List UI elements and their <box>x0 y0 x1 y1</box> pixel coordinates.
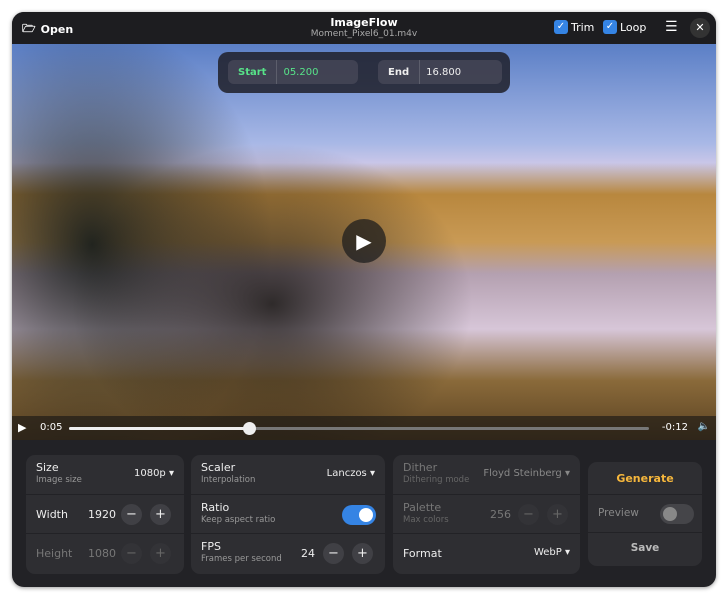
preview-toggle[interactable] <box>660 504 694 524</box>
dither-value: Floyd Steinberg <box>483 468 562 479</box>
chevron-down-icon: ▾ <box>564 468 570 479</box>
palette-value: 256 <box>490 507 511 521</box>
play-icon[interactable]: ▶ <box>18 421 26 434</box>
dither-dropdown: Floyd Steinberg ▾ <box>483 468 570 479</box>
ratio-desc: Keep aspect ratio <box>201 514 276 525</box>
end-value[interactable]: 16.800 <box>420 67 461 78</box>
save-button[interactable]: Save <box>588 533 702 566</box>
format-row[interactable]: Format WebP ▾ <box>393 534 580 574</box>
chevron-down-icon: ▾ <box>564 547 570 558</box>
ratio-toggle[interactable] <box>342 504 376 525</box>
fps-label: FPS <box>201 540 221 553</box>
ratio-row: Ratio Keep aspect ratio <box>191 495 385 534</box>
trim-label: Trim <box>571 20 595 34</box>
fps-value[interactable]: 24 <box>301 547 315 560</box>
width-value[interactable]: 1920 <box>88 508 116 521</box>
scaler-value: Lanczos <box>326 468 367 479</box>
fps-desc: Frames per second <box>201 554 282 564</box>
playback-bar: ▶ 0:05 -0:12 🔈 <box>12 416 716 440</box>
seek-handle[interactable] <box>242 422 256 435</box>
dither-label: Dither <box>403 461 438 474</box>
width-row: Width 1920− + <box>26 495 184 534</box>
scaler-row[interactable]: Scaler Interpolation Lanczos ▾ <box>191 455 385 495</box>
height-label: Height <box>36 547 73 560</box>
remaining-time: -0:12 <box>661 422 688 433</box>
width-minus-button[interactable]: − <box>121 503 142 525</box>
size-card: Size Image size 1080p ▾ Width 1920− + Height… <box>26 455 184 574</box>
size-row[interactable]: Size Image size 1080p ▾ <box>26 455 184 495</box>
trim-panel: Start 05.200 End 16.800 <box>218 52 510 93</box>
fps-plus-button[interactable]: + <box>352 543 373 564</box>
start-label: Start <box>228 60 278 84</box>
dither-card: Dither Dithering mode Floyd Steinberg ▾ Pa… <box>393 455 580 574</box>
height-plus-button: + <box>150 543 171 564</box>
close-icon[interactable]: ✕ <box>690 18 710 38</box>
preview-row: Preview <box>588 495 702 533</box>
toggle-knob <box>663 507 677 521</box>
size-value: 1080p <box>133 468 166 479</box>
loop-label: Loop <box>620 20 647 34</box>
format-dropdown[interactable]: WebP ▾ <box>534 547 570 558</box>
width-label: Width <box>36 507 68 521</box>
start-value[interactable]: 05.200 <box>277 67 318 78</box>
palette-plus-button: + <box>547 503 568 525</box>
ratio-label: Ratio <box>201 500 230 514</box>
palette-label: Palette <box>403 500 442 514</box>
height-minus-button: − <box>121 543 142 564</box>
toggle-knob <box>359 507 373 522</box>
seek-fill <box>69 427 249 430</box>
end-field[interactable]: End 16.800 <box>378 60 502 84</box>
fps-row: FPS Frames per second 24− + <box>191 534 385 574</box>
scaler-desc: Interpolation <box>201 475 256 485</box>
format-label: Format <box>403 547 442 560</box>
fps-minus-button[interactable]: − <box>323 543 344 564</box>
elapsed-time: 0:05 <box>40 422 63 433</box>
size-desc: Image size <box>36 475 82 485</box>
palette-minus-button: − <box>518 503 539 525</box>
size-dropdown[interactable]: 1080p ▾ <box>134 468 174 479</box>
end-label: End <box>378 60 421 84</box>
app-window: 🗁 Open ImageFlow Moment_Pixel6_01.m4v ✓ Tr… <box>12 12 716 587</box>
preview-label: Preview <box>598 507 639 519</box>
loop-checkbox[interactable]: ✓ Loop <box>603 20 646 34</box>
chevron-down-icon: ▾ <box>168 468 174 479</box>
scaler-label: Scaler <box>201 461 236 474</box>
play-overlay-button[interactable]: ▶ <box>342 219 386 263</box>
trim-checkbox[interactable]: ✓ Trim <box>554 20 594 34</box>
dither-row: Dither Dithering mode Floyd Steinberg ▾ <box>393 455 580 495</box>
height-row: Height 1080− + <box>26 534 184 574</box>
start-field[interactable]: Start 05.200 <box>228 60 358 84</box>
chevron-down-icon: ▾ <box>369 468 375 479</box>
actions-card: Generate Preview Save <box>588 462 702 566</box>
generate-button[interactable]: Generate <box>588 462 702 495</box>
height-value: 1080 <box>88 547 116 560</box>
volume-icon[interactable]: 🔈 <box>698 421 710 432</box>
size-label: Size <box>36 461 59 474</box>
scaler-dropdown[interactable]: Lanczos ▾ <box>327 468 375 479</box>
format-value: WebP <box>533 547 562 558</box>
header-bar: 🗁 Open ImageFlow Moment_Pixel6_01.m4v ✓ Tr… <box>12 12 716 44</box>
scaler-card: Scaler Interpolation Lanczos ▾ Ratio Keep a… <box>191 455 385 574</box>
seek-slider[interactable] <box>69 422 649 435</box>
video-preview[interactable]: Start 05.200 End 16.800 ▶ ▶ 0:05 -0:12 🔈 <box>12 44 716 440</box>
dither-desc: Dithering mode <box>403 475 470 485</box>
palette-desc: Max colors <box>403 514 449 525</box>
check-icon: ✓ <box>603 20 617 34</box>
check-icon: ✓ <box>554 20 568 34</box>
width-plus-button[interactable]: + <box>150 503 171 525</box>
palette-row: Palette Max colors 256− + <box>393 495 580 534</box>
hamburger-menu-icon[interactable]: ☰ <box>665 19 678 35</box>
